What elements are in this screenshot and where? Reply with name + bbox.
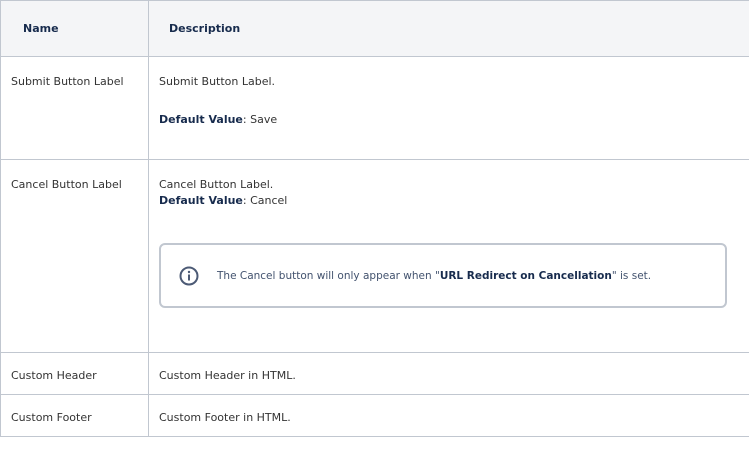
default-value-line: Default Value: Save — [159, 112, 749, 128]
default-value-label: Default Value — [159, 113, 243, 126]
row-name: Custom Footer — [0, 394, 149, 437]
row-description: Submit Button Label. — [159, 75, 276, 88]
table-row: Submit Button Label Submit Button Label.… — [0, 56, 749, 160]
default-value-label: Default Value — [159, 194, 243, 207]
row-description-cell: Submit Button Label. Default Value: Save — [148, 56, 749, 160]
row-description: Custom Footer in HTML. — [148, 394, 749, 437]
column-header-description: Description — [148, 0, 749, 57]
table-row: Custom Header Custom Header in HTML. — [0, 352, 749, 395]
attributes-table: Name Description Submit Button Label Sub… — [0, 0, 749, 437]
info-text-before: The Cancel button will only appear when … — [217, 269, 440, 282]
row-name: Cancel Button Label — [0, 159, 149, 353]
column-header-name: Name — [0, 0, 149, 57]
table-row: Cancel Button Label Cancel Button Label.… — [0, 159, 749, 353]
default-value-line: Default Value: Cancel — [159, 193, 749, 209]
row-name: Submit Button Label — [0, 56, 149, 160]
default-value: : Save — [242, 113, 278, 126]
default-value: : Cancel — [242, 194, 288, 207]
row-description: Cancel Button Label. — [159, 178, 274, 191]
info-text-strong: URL Redirect on Cancellation — [439, 269, 612, 282]
info-message: The Cancel button will only appear when … — [217, 268, 651, 284]
row-name: Custom Header — [0, 352, 149, 395]
info-icon — [179, 266, 199, 286]
info-text-after: " is set. — [611, 269, 652, 282]
table-row: Custom Footer Custom Footer in HTML. — [0, 394, 749, 437]
row-description-cell: Cancel Button Label. Default Value: Canc… — [148, 159, 749, 353]
row-description: Custom Header in HTML. — [148, 352, 749, 395]
info-panel: The Cancel button will only appear when … — [159, 243, 727, 308]
table-header-row: Name Description — [0, 0, 749, 57]
